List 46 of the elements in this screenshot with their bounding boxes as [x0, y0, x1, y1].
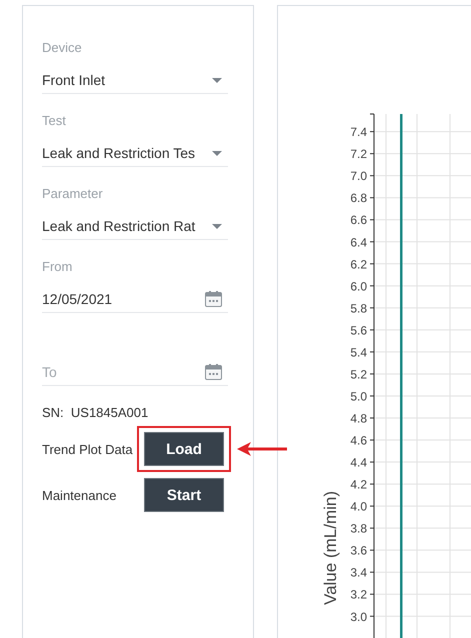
date-field[interactable]: To: [42, 359, 228, 386]
date-input[interactable]: To: [42, 364, 192, 380]
calendar-icon: [205, 364, 222, 380]
tick-label: 4.0: [350, 500, 367, 514]
dropdown[interactable]: Leak and Restriction Tes: [42, 140, 228, 167]
tick-label: 7.4: [350, 125, 367, 140]
tick-label: 4.8: [350, 412, 367, 426]
tick-label: 6.0: [350, 279, 367, 294]
tick-label: 7.2: [350, 147, 367, 162]
axis-title: Value (mL/min): [321, 491, 340, 605]
action-label: Maintenance: [42, 488, 118, 502]
date-field[interactable]: 12/05/2021: [42, 286, 228, 313]
field-label: From: [42, 259, 74, 275]
date-input[interactable]: 12/05/2021: [42, 291, 192, 307]
tick-label: 3.6: [350, 544, 367, 558]
tick-label: 6.8: [350, 191, 367, 206]
dropdown[interactable]: Leak and Restriction Rat: [42, 213, 228, 240]
calendar-icon: [205, 291, 222, 307]
caret-icon: [212, 150, 222, 156]
dropdown[interactable]: Front Inlet: [42, 67, 228, 94]
tick-label: 4.6: [350, 434, 367, 448]
tick-label: 3.2: [350, 588, 367, 602]
action-label: Trend Plot Data: [42, 442, 134, 456]
arrow-icon: [237, 442, 287, 456]
load-button[interactable]: Load: [144, 432, 224, 466]
tick-label: 5.6: [350, 323, 367, 338]
tick-label: 3.8: [350, 522, 367, 536]
tick-label: 5.8: [350, 301, 367, 316]
tick-label: 4.4: [350, 456, 367, 470]
tick-label: 5.0: [350, 389, 367, 404]
tick-label: 7.0: [350, 169, 367, 184]
tick-label: 3.4: [350, 566, 367, 580]
tick-label: 4.2: [350, 478, 367, 492]
tick-label: 5.2: [350, 367, 367, 382]
caret-icon: [212, 78, 222, 82]
caret-icon: [212, 224, 222, 228]
field-label: Device: [42, 40, 83, 56]
tick-label: 3.0: [350, 610, 367, 624]
tick-label: 5.4: [350, 345, 367, 360]
start-button[interactable]: Start: [144, 478, 224, 512]
tick-label: 6.6: [350, 213, 367, 228]
tick-label: 6.2: [350, 257, 367, 272]
field-label: Test: [42, 113, 67, 129]
tick-label: 6.4: [350, 235, 367, 250]
field-label: Parameter: [42, 186, 104, 202]
serial-number: SN: US1845A001: [42, 405, 150, 420]
